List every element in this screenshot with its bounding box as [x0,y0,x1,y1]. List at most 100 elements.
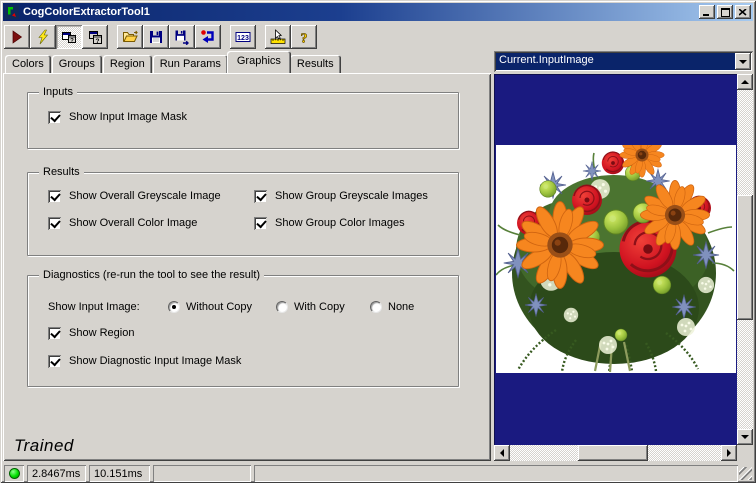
electric-run-button[interactable] [30,25,56,49]
electric-run-icon [35,29,51,45]
scroll-down-button[interactable] [737,429,753,445]
tab-region[interactable]: Region [103,55,152,73]
open-button[interactable] [117,25,143,49]
toolbar: ? ? [3,23,753,51]
floating-all-results-window-button[interactable]: ? [82,25,108,49]
show-input-image-label: Show Input Image: [48,301,140,313]
without-copy-radio[interactable] [168,301,180,313]
reset-button[interactable] [195,25,221,49]
show-overall-color-row[interactable]: Show Overall Color Image [48,216,197,230]
none-radio[interactable] [370,301,382,313]
help-button[interactable]: ? [291,25,317,49]
save-button[interactable] [143,25,169,49]
vertical-scrollbar[interactable] [737,74,753,445]
show-overall-greyscale-checkbox[interactable] [48,190,61,203]
resize-grip[interactable] [739,467,752,480]
show-group-color-row[interactable]: Show Group Color Images [254,216,405,230]
save-as-button[interactable] [169,25,195,49]
help-icon: ? [296,29,312,45]
title-bar[interactable]: CogColorExtractorTool1 [3,3,753,21]
maximize-button[interactable] [717,5,733,19]
show-region-checkbox[interactable] [48,327,61,340]
show-overall-color-checkbox[interactable] [48,217,61,230]
status-ok-led-icon [9,468,20,479]
diagnostics-groupbox: Diagnostics (re-run the tool to see the … [27,275,459,387]
floating-results-window-icon: ? [61,29,77,45]
current-params-123-icon: 123 [235,29,251,45]
show-diagnostic-mask-checkbox[interactable] [48,355,61,368]
window-title: CogColorExtractorTool1 [23,6,697,18]
with-copy-radio[interactable] [276,301,288,313]
show-input-image-mask-checkbox[interactable] [48,111,61,124]
status-bar: 2.8467ms 10.151ms [3,463,753,482]
status-led-panel [4,465,24,482]
combo-dropdown-button[interactable] [735,53,751,70]
maximize-icon [721,8,730,17]
without-copy-radio-item[interactable]: Without Copy [168,300,252,314]
svg-text:?: ? [70,38,74,44]
show-diagnostic-mask-row[interactable]: Show Diagnostic Input Image Mask [48,354,241,368]
scroll-up-button[interactable] [737,74,753,90]
arrow-down-icon [741,435,749,439]
show-region-row[interactable]: Show Region [48,326,134,340]
total-time-panel: 10.151ms [89,465,150,482]
image-canvas [494,74,737,445]
graphics-tab-pane: Inputs Show Input Image Mask Results Sho… [3,73,491,461]
image-selector-combobox[interactable]: Current.InputImage [494,51,753,72]
with-copy-radio-item[interactable]: With Copy [276,300,345,314]
toolbar-group-run: ? ? [4,25,108,49]
main-area: Colors Groups Region Run Params Graphics… [3,51,753,461]
current-params-button[interactable]: 123 [230,25,256,49]
run-icon [9,29,25,45]
tab-results[interactable]: Results [290,55,341,73]
with-copy-label: With Copy [294,301,345,313]
svg-text:?: ? [96,38,100,45]
image-viewer: Current.InputImage [494,51,753,461]
scroll-left-button[interactable] [494,445,510,461]
tab-control: Colors Groups Region Run Params Graphics… [3,51,491,461]
run-button[interactable] [4,25,30,49]
show-input-image-label-row: Show Input Image: [48,300,140,314]
cog-color-extractor-window: CogColorExtractorTool1 ? [0,0,756,483]
tab-groups[interactable]: Groups [52,55,102,73]
horizontal-scroll-thumb[interactable] [578,445,648,461]
pointer-ruler-icon [270,29,286,45]
inputs-groupbox: Inputs Show Input Image Mask [27,92,459,149]
floating-all-results-window-icon: ? [87,29,103,45]
vertical-scroll-thumb[interactable] [737,195,753,320]
without-copy-label: Without Copy [186,301,252,313]
show-group-color-label: Show Group Color Images [275,217,405,229]
inputs-legend: Inputs [39,86,77,98]
show-overall-greyscale-row[interactable]: Show Overall Greyscale Image [48,189,221,203]
tool-app-icon [5,5,19,19]
arrow-right-icon [727,449,731,457]
show-overall-color-label: Show Overall Color Image [69,217,197,229]
show-input-image-mask-row[interactable]: Show Input Image Mask [48,110,187,124]
show-region-label: Show Region [69,327,134,339]
close-button[interactable] [735,5,751,19]
diagnostics-legend: Diagnostics (re-run the tool to see the … [39,269,264,281]
minimize-icon [703,8,711,16]
show-group-greyscale-checkbox[interactable] [254,190,267,203]
pointer-ruler-button[interactable] [265,25,291,49]
tab-row: Colors Groups Region Run Params Graphics… [3,51,491,73]
tab-run-params[interactable]: Run Params [153,55,228,73]
close-icon [739,9,747,16]
tab-colors[interactable]: Colors [5,55,51,73]
scroll-right-button[interactable] [721,445,737,461]
image-selector-value: Current.InputImage [496,53,735,70]
floating-results-window-button[interactable]: ? [56,25,82,49]
none-radio-item[interactable]: None [370,300,414,314]
status-empty-panel-1 [153,465,251,482]
results-groupbox: Results Show Overall Greyscale Image Sho… [27,172,459,256]
show-group-color-checkbox[interactable] [254,217,267,230]
show-overall-greyscale-label: Show Overall Greyscale Image [69,190,221,202]
toolbar-group-file [117,25,221,49]
horizontal-scrollbar[interactable] [494,445,737,461]
arrow-up-icon [741,80,749,84]
show-group-greyscale-row[interactable]: Show Group Greyscale Images [254,189,428,203]
minimize-button[interactable] [699,5,715,19]
svg-text:123: 123 [237,35,249,42]
tab-graphics[interactable]: Graphics [227,51,291,73]
trained-state-label: Trained [14,436,74,456]
